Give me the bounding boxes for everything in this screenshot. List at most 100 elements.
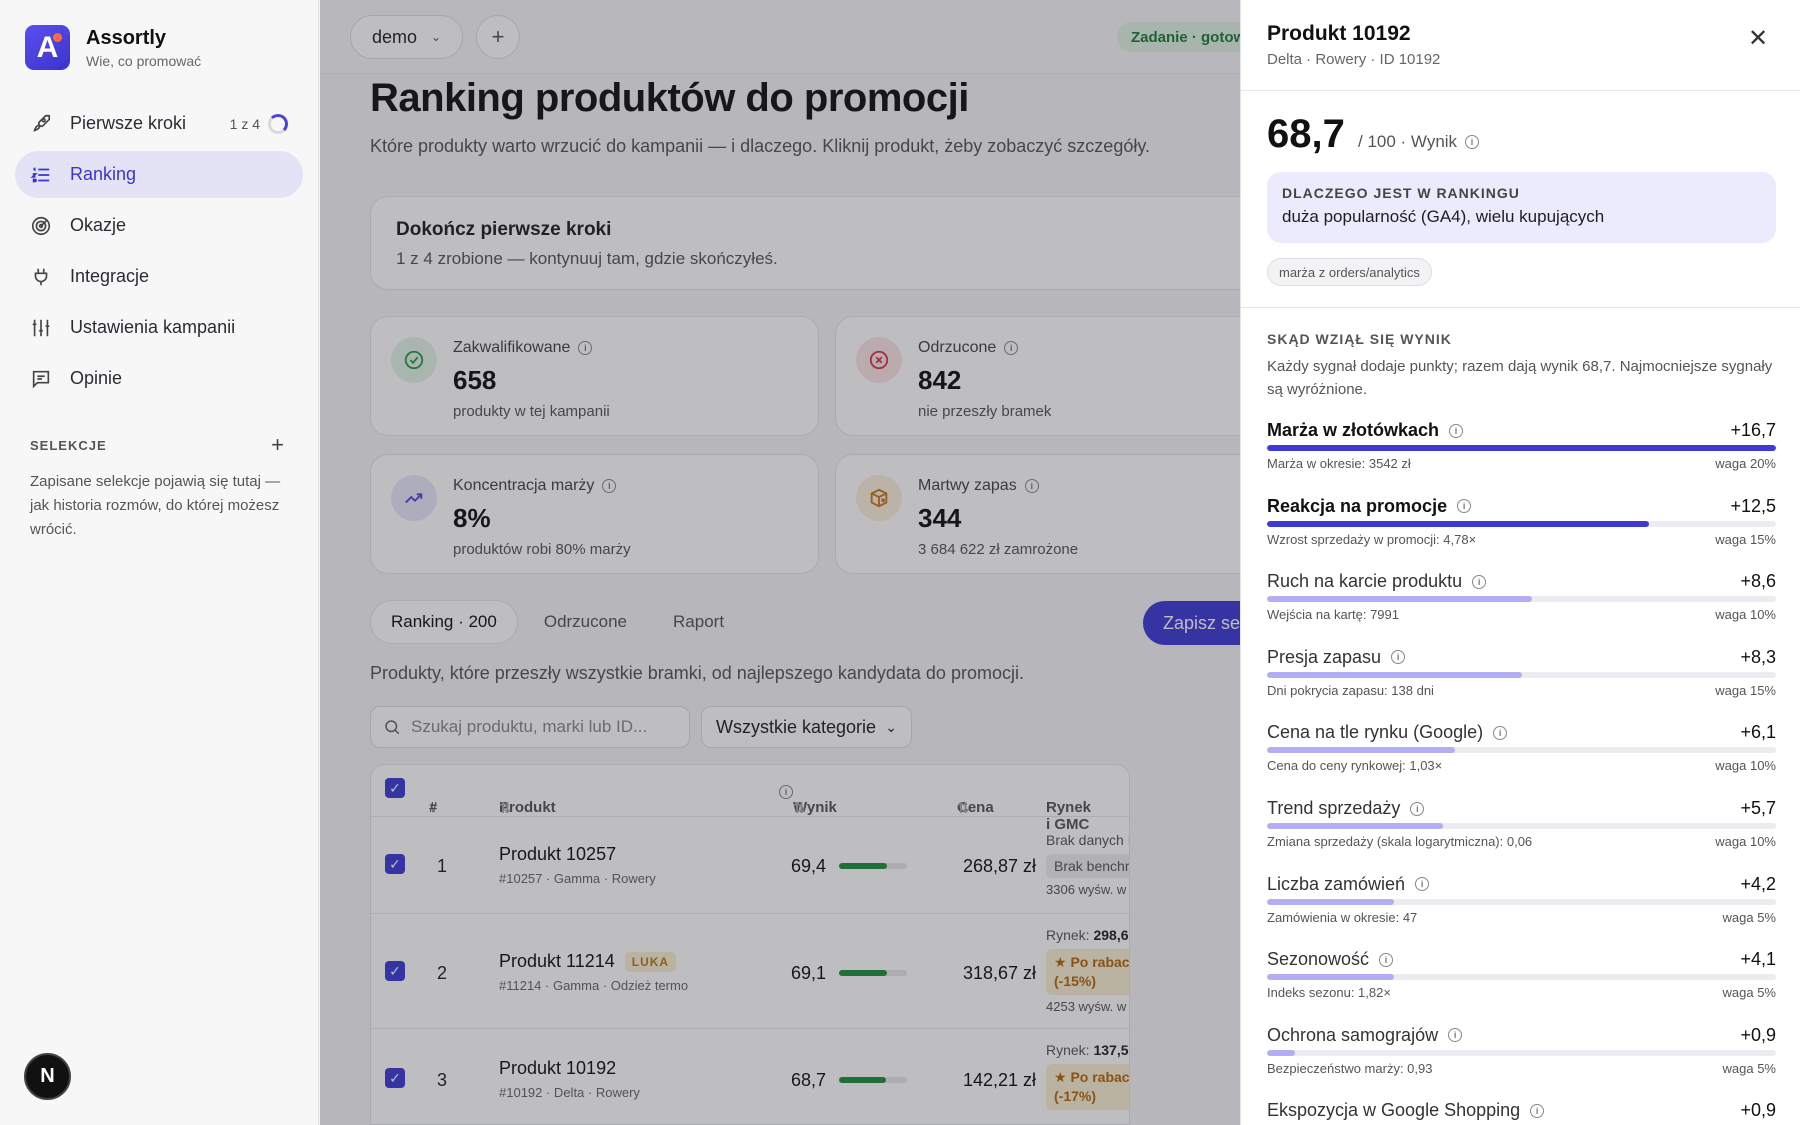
signal-weight: waga 15%	[1715, 531, 1776, 547]
signal-points: +0,9	[1740, 1024, 1776, 1045]
signal-name-text: Marża w złotówkach	[1267, 420, 1440, 440]
info-icon[interactable]: i	[1465, 135, 1480, 149]
sidebar-item-label: Ustawienia kampanii	[70, 317, 236, 337]
signal-bar	[1267, 898, 1776, 905]
signal-bar	[1267, 1049, 1776, 1056]
signal-points: +16,7	[1730, 420, 1776, 440]
signal-name: Trend sprzedaży i	[1267, 798, 1425, 819]
sidebar-item-opinie[interactable]: Opinie	[15, 355, 303, 402]
info-icon[interactable]: i	[1493, 725, 1508, 740]
list-icon	[30, 167, 50, 182]
info-icon[interactable]: i	[1530, 1103, 1545, 1118]
signal-name-text: Presja zapasu	[1267, 646, 1382, 667]
add-selection-button[interactable]: +	[271, 432, 285, 458]
score-signal[interactable]: Cena na tle rynku (Google) i +6,1 Cena do c…	[1267, 722, 1776, 788]
score-signal[interactable]: Marża w złotówkach i +16,7 Marża w okresie:…	[1267, 420, 1776, 486]
signal-name: Marża w złotówkach i	[1267, 420, 1464, 441]
why-ranked-box: DLACZEGO JEST W RANKINGU duża popularnoś…	[1267, 172, 1776, 243]
signal-bar-fill	[1267, 520, 1649, 527]
info-icon[interactable]: i	[1410, 801, 1425, 816]
sidebar-item-label: Okazje	[70, 215, 127, 235]
panel-score: 68,7	[1267, 112, 1345, 156]
signal-name-text: Reakcja na promocje	[1267, 495, 1448, 516]
panel-meta: Delta · Rowery · ID 10192	[1267, 51, 1441, 68]
info-icon[interactable]: i	[1448, 1028, 1463, 1043]
score-signal[interactable]: Trend sprzedaży i +5,7 Zmiana sprzedaży (sk…	[1267, 798, 1776, 864]
help-button[interactable]: N	[24, 1053, 71, 1100]
score-signal[interactable]: Ochrona samograjów i +0,9 Bezpieczeństwo ma…	[1267, 1025, 1776, 1091]
progress-text: 1 z 4	[229, 115, 260, 132]
info-icon[interactable]: i	[1449, 423, 1464, 438]
target-icon	[31, 216, 51, 235]
signal-points: +4,1	[1740, 949, 1776, 970]
signal-weight: waga 5%	[1722, 1060, 1776, 1076]
score-signal[interactable]: Ekspozycja w Google Shopping i +0,9	[1267, 1100, 1776, 1125]
sidebar-nav: Pierwsze kroki 1 z 4 Ranking Okazje Inte…	[15, 100, 303, 406]
rocket-icon	[33, 114, 51, 132]
info-icon[interactable]: i	[1379, 952, 1394, 967]
signal-points: +4,2	[1740, 873, 1776, 894]
sidebar-item-ranking[interactable]: Ranking	[15, 151, 303, 198]
signal-name-text: Ekspozycja w Google Shopping	[1267, 1100, 1521, 1121]
selections-empty-text: Zapisane selekcje pojawią się tutaj — ja…	[30, 473, 281, 538]
signal-points: +6,1	[1740, 722, 1776, 743]
score-signal[interactable]: Sezonowość i +4,1 Indeks sezonu: 1,82× waga …	[1267, 949, 1776, 1015]
product-detail-panel: Produkt 10192 Delta · Rowery · ID 10192 …	[1240, 0, 1800, 1125]
signal-name: Ochrona samograjów i	[1267, 1024, 1463, 1046]
signal-name: Reakcja na promocje i	[1267, 495, 1472, 517]
signal-weight: waga 20%	[1715, 456, 1776, 471]
signal-bar-fill	[1267, 1049, 1295, 1056]
score-suffix-text: / 100 · Wynik	[1358, 132, 1458, 151]
signal-bar	[1267, 671, 1776, 678]
score-signal[interactable]: Presja zapasu i +8,3 Dni pokrycia zapasu: 1…	[1267, 647, 1776, 713]
signal-name-text: Cena na tle rynku (Google)	[1267, 722, 1484, 743]
score-signal[interactable]: Reakcja na promocje i +12,5 Wzrost sprzedaż…	[1267, 496, 1776, 562]
brand-tagline: Wie, co promować	[86, 52, 202, 69]
selections-heading: SELEKCJE	[30, 437, 107, 453]
info-icon[interactable]: i	[1391, 650, 1406, 665]
signal-detail: Zamówienia w okresie: 47	[1267, 909, 1418, 925]
sidebar-item-ustawienia-kampanii[interactable]: Ustawienia kampanii	[15, 304, 303, 351]
why-heading: DLACZEGO JEST W RANKINGU	[1282, 185, 1520, 201]
sidebar-item-label: Integracje	[70, 266, 150, 286]
signal-detail: Wejścia na kartę: 7991	[1267, 607, 1399, 623]
signal-name-text: Ochrona samograjów	[1267, 1024, 1439, 1045]
sidebar-item-label: Opinie	[70, 368, 123, 388]
brand[interactable]: A Assortly Wie, co promować	[25, 25, 201, 70]
close-icon[interactable]: ✕	[1748, 24, 1768, 53]
sidebar-item-label: Pierwsze kroki	[70, 113, 187, 133]
signal-detail: Dni pokrycia zapasu: 138 dni	[1267, 682, 1434, 698]
score-signal[interactable]: Liczba zamówień i +4,2 Zamówienia w okresie…	[1267, 874, 1776, 940]
panel-score-suffix: / 100 · Wynik i	[1358, 132, 1480, 152]
signal-name-text: Liczba zamówień	[1267, 873, 1406, 894]
signal-bar	[1267, 445, 1776, 451]
info-icon[interactable]: i	[1472, 574, 1487, 589]
sidebar-item-label: Ranking	[70, 164, 137, 184]
why-text: duża popularność (GA4), wielu kupujących	[1282, 207, 1605, 226]
signal-bar	[1267, 747, 1776, 754]
sidebar-item-integracje[interactable]: Integracje	[15, 253, 303, 300]
signal-weight: waga 5%	[1722, 985, 1776, 1001]
signal-name-text: Trend sprzedaży	[1267, 798, 1401, 818]
sidebar-item-okazje[interactable]: Okazje	[15, 202, 303, 249]
signal-detail: Zmiana sprzedaży (skala logarytmiczna): …	[1267, 834, 1533, 849]
message-icon	[32, 370, 50, 388]
selections-header: SELEKCJE +	[30, 432, 285, 458]
progress-badge: 1 z 4	[229, 113, 288, 134]
plug-icon	[34, 268, 48, 285]
signal-bar	[1267, 974, 1776, 981]
score-source-heading: SKĄD WZIĄŁ SIĘ WYNIK	[1267, 331, 1452, 347]
signal-bar	[1267, 520, 1776, 527]
info-icon[interactable]: i	[1457, 499, 1472, 514]
signal-bar-fill	[1267, 596, 1532, 603]
info-icon[interactable]: i	[1415, 877, 1430, 892]
score-signal[interactable]: Ruch na karcie produktu i +8,6 Wejścia na k…	[1267, 571, 1776, 637]
sidebar-item-pierwsze-kroki[interactable]: Pierwsze kroki 1 z 4	[15, 100, 303, 147]
signal-name: Cena na tle rynku (Google) i	[1267, 722, 1508, 743]
score-source-text: Każdy sygnał dodaje punkty; razem dają w…	[1267, 358, 1773, 398]
panel-title: Produkt 10192	[1267, 22, 1411, 45]
signal-points: +5,7	[1740, 798, 1776, 818]
signal-bar-fill	[1267, 823, 1443, 829]
signal-points: +0,9	[1740, 1100, 1776, 1121]
signal-bar	[1267, 596, 1776, 603]
